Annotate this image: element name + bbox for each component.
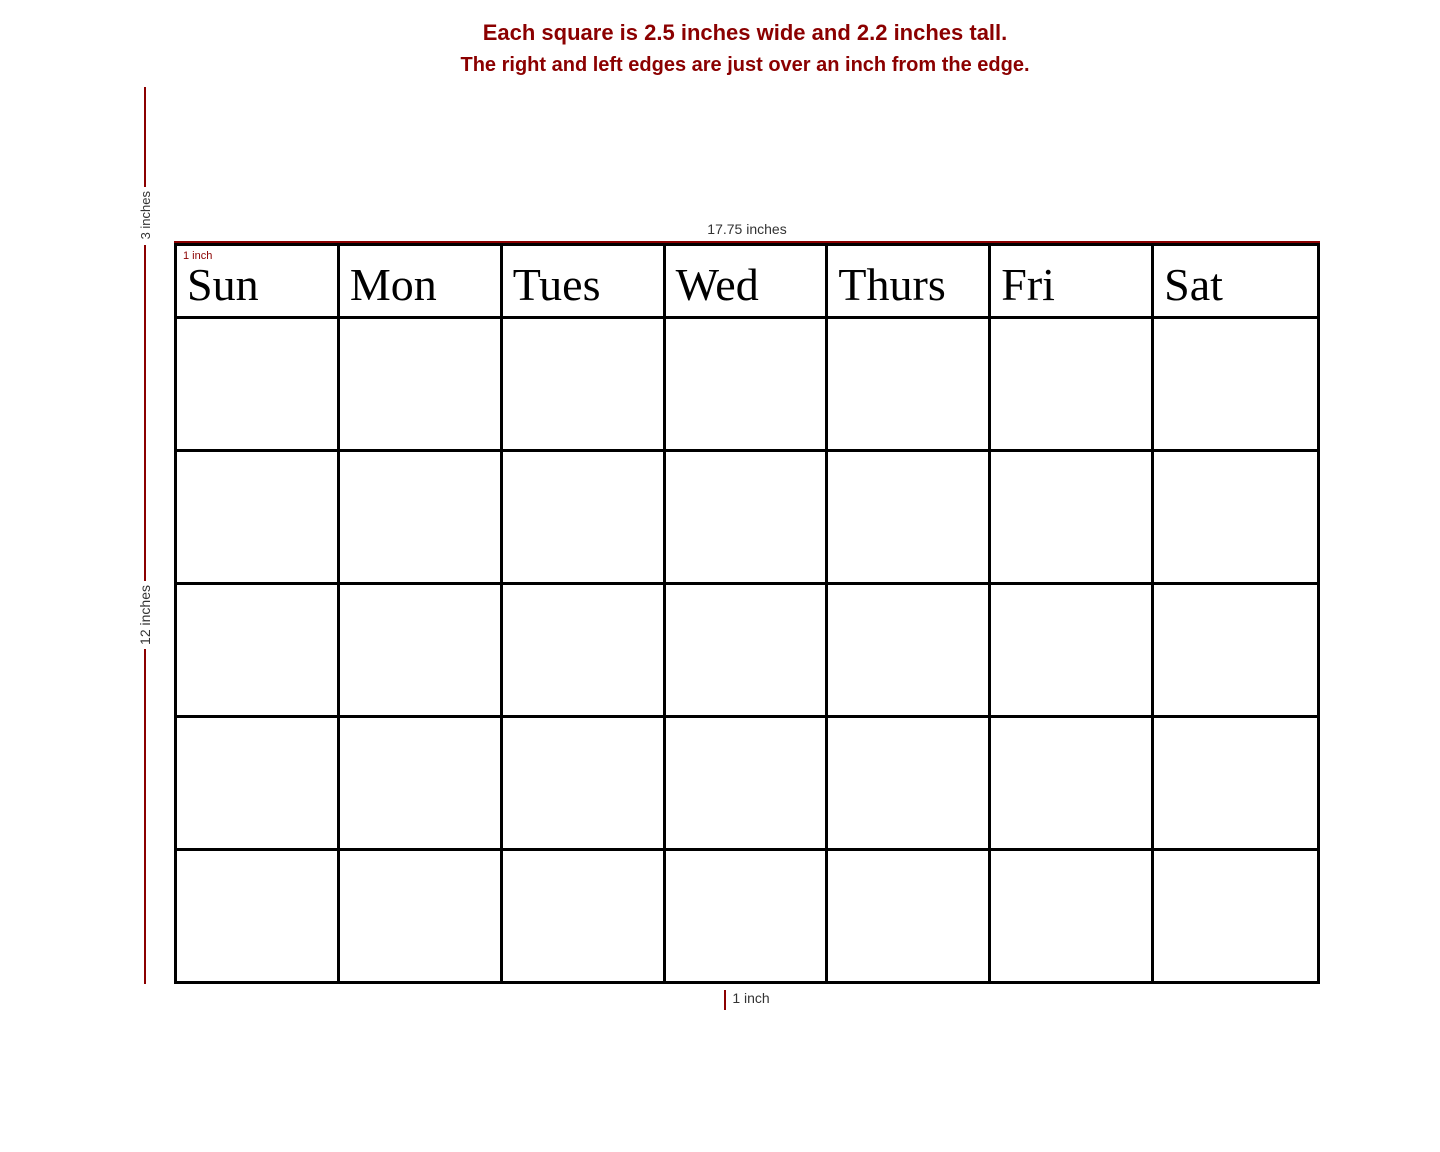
day-sat: Sat	[1164, 262, 1223, 308]
table-row	[828, 718, 991, 848]
calendar-row-1	[177, 319, 1317, 452]
left-vertical-line	[144, 245, 146, 581]
bottom-inch-measure: 1 inch	[724, 990, 769, 1010]
header-wed: Wed	[666, 246, 829, 316]
left-vertical-label: 12 inches	[137, 581, 153, 649]
table-row	[503, 585, 666, 715]
table-row	[503, 718, 666, 848]
table-row	[828, 585, 991, 715]
table-row	[340, 585, 503, 715]
table-row	[666, 452, 829, 582]
table-row	[503, 452, 666, 582]
header-tues: Tues	[503, 246, 666, 316]
table-row	[1154, 452, 1317, 582]
calendar-grid: 1 inch Sun Mon Tues Wed Thurs Fri	[174, 243, 1320, 984]
table-row	[340, 452, 503, 582]
calendar-row-5	[177, 851, 1317, 981]
day-mon: Mon	[350, 262, 437, 308]
bottom-inch-label: 1 inch	[732, 990, 769, 1006]
table-row	[503, 851, 666, 981]
info-line2: The right and left edges are just over a…	[170, 54, 1320, 77]
top-vertical-line	[144, 87, 146, 187]
info-line1: Each square is 2.5 inches wide and 2.2 i…	[170, 20, 1320, 46]
table-row	[991, 452, 1154, 582]
table-row	[340, 851, 503, 981]
table-row	[1154, 851, 1317, 981]
day-sun: Sun	[187, 262, 259, 308]
calendar-header: 1 inch Sun Mon Tues Wed Thurs Fri	[177, 246, 1317, 319]
header-fri: Fri	[991, 246, 1154, 316]
calendar-row-3	[177, 585, 1317, 718]
horizontal-label: 17.75 inches	[707, 221, 786, 237]
header-sat: Sat	[1154, 246, 1317, 316]
table-row	[177, 851, 340, 981]
table-row	[177, 452, 340, 582]
header-sun: 1 inch Sun	[177, 246, 340, 316]
header-thurs: Thurs	[828, 246, 991, 316]
table-row	[991, 851, 1154, 981]
day-fri: Fri	[1001, 262, 1055, 308]
inch-corner-label: 1 inch	[183, 250, 212, 262]
day-tues: Tues	[513, 262, 601, 308]
table-row	[177, 585, 340, 715]
table-row	[991, 319, 1154, 449]
table-row	[991, 718, 1154, 848]
table-row	[828, 319, 991, 449]
table-row	[666, 718, 829, 848]
table-row	[991, 585, 1154, 715]
table-row	[1154, 718, 1317, 848]
table-row	[177, 718, 340, 848]
table-row	[340, 319, 503, 449]
table-row	[666, 851, 829, 981]
table-row	[666, 585, 829, 715]
top-vertical-label: 3 inches	[138, 187, 153, 243]
calendar-body	[177, 319, 1317, 981]
table-row	[1154, 585, 1317, 715]
table-row	[828, 851, 991, 981]
table-row	[1154, 319, 1317, 449]
table-row	[828, 452, 991, 582]
table-row	[503, 319, 666, 449]
calendar-row-4	[177, 718, 1317, 851]
table-row	[340, 718, 503, 848]
table-row	[666, 319, 829, 449]
header-mon: Mon	[340, 246, 503, 316]
day-wed: Wed	[676, 262, 759, 308]
day-thurs: Thurs	[838, 262, 945, 308]
calendar-row-2	[177, 452, 1317, 585]
table-row	[177, 319, 340, 449]
